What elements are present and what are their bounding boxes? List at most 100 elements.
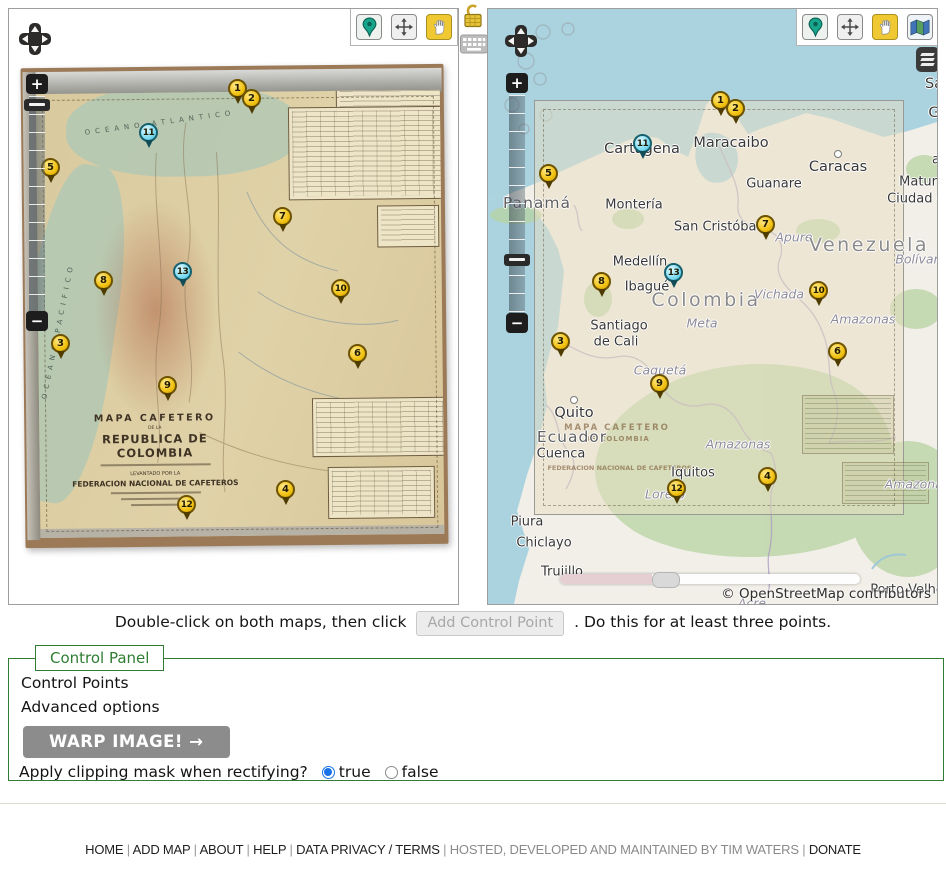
osm-map-panel[interactable]: MAPA CAFETERO DE COLOMBIA FEDERACION NAC… bbox=[487, 8, 938, 605]
map-inset-table bbox=[328, 466, 436, 519]
overlay-opacity-slider[interactable] bbox=[560, 574, 860, 584]
move-marker-tool-button[interactable] bbox=[837, 14, 863, 40]
control-point-marker-9[interactable]: 9 bbox=[650, 374, 669, 393]
clipping-true-label[interactable]: true bbox=[339, 763, 371, 781]
footer-link[interactable]: DONATE bbox=[809, 842, 861, 857]
move-marker-tool-button[interactable] bbox=[391, 14, 417, 40]
instruction-before: Double-click on both maps, then click bbox=[115, 613, 407, 631]
instruction-after: . Do this for at least three points. bbox=[574, 613, 831, 631]
footer-link[interactable]: HELP bbox=[253, 842, 286, 857]
map-label: Maracaibo bbox=[693, 135, 768, 151]
map-distance-table bbox=[288, 106, 444, 201]
zoom-track[interactable] bbox=[509, 95, 525, 313]
control-point-marker-6[interactable]: 6 bbox=[348, 344, 367, 363]
map-label: San Cristóbal bbox=[674, 220, 760, 235]
opacity-slider-fill bbox=[560, 574, 652, 584]
footer-nav: HOME | ADD MAP | ABOUT | HELP | DATA PRI… bbox=[0, 842, 946, 857]
control-point-marker-3[interactable]: 3 bbox=[551, 332, 570, 351]
control-point-marker-10[interactable]: 10 bbox=[809, 281, 828, 300]
control-point-marker-2[interactable]: 2 bbox=[726, 99, 745, 118]
control-point-marker-12[interactable]: 12 bbox=[667, 479, 686, 498]
clipping-true-radio[interactable] bbox=[322, 766, 335, 779]
map-label: Chiclayo bbox=[516, 536, 571, 551]
control-point-marker-9[interactable]: 9 bbox=[158, 376, 177, 395]
map-statistics-table bbox=[312, 397, 444, 457]
advanced-options-section-toggle[interactable]: Advanced options bbox=[21, 698, 943, 716]
control-points-section-toggle[interactable]: Control Points bbox=[21, 674, 943, 692]
footer-separator: | bbox=[799, 842, 809, 857]
footer-link[interactable]: HOME bbox=[85, 842, 123, 857]
map-label: Amazonas bbox=[831, 312, 896, 327]
zoom-in-button[interactable]: + bbox=[506, 73, 528, 93]
control-point-marker-11[interactable]: 11 bbox=[633, 134, 652, 153]
illegible-text-bar bbox=[110, 491, 200, 494]
map-legend-box bbox=[377, 205, 439, 248]
map-pin-icon bbox=[808, 17, 823, 37]
opacity-slider-handle[interactable] bbox=[652, 572, 680, 588]
control-point-marker-4[interactable]: 4 bbox=[758, 467, 777, 486]
control-point-marker-11[interactable]: 11 bbox=[139, 123, 158, 142]
map-label: Bolívar bbox=[895, 252, 938, 267]
footer-link[interactable]: ABOUT bbox=[200, 842, 244, 857]
zoom-handle[interactable] bbox=[24, 99, 50, 111]
clipping-false-radio[interactable] bbox=[385, 766, 398, 779]
pan-dpad[interactable] bbox=[18, 22, 52, 56]
map-credit-line: LEVANTADO POR LA bbox=[63, 470, 248, 478]
map-country-title: REPUBLICA DE COLOMBIA bbox=[62, 431, 247, 461]
zoom-out-button[interactable]: − bbox=[26, 311, 48, 331]
map-label: Medellín bbox=[613, 255, 668, 270]
pan-dpad[interactable] bbox=[504, 24, 538, 58]
map-label: Santiago bbox=[590, 319, 647, 334]
basemap-tool-button[interactable] bbox=[907, 14, 933, 40]
add-control-point-button[interactable]: Add Control Point bbox=[416, 611, 564, 636]
layers-button[interactable] bbox=[916, 47, 938, 72]
map-pin-icon bbox=[362, 17, 377, 37]
pan-tool-button[interactable] bbox=[872, 14, 898, 40]
source-map-panel[interactable]: OCEANO ATLANTICO OCEANO PACIFICO MAPA CA… bbox=[8, 8, 459, 605]
map-label: Colombia bbox=[651, 289, 760, 311]
footer-link[interactable]: ADD MAP bbox=[133, 842, 191, 857]
control-point-marker-3[interactable]: 3 bbox=[51, 334, 70, 353]
keyboard-control-toggle[interactable] bbox=[460, 33, 486, 59]
clipping-mask-row: Apply clipping mask when rectifying? tru… bbox=[19, 763, 943, 781]
add-marker-tool-button[interactable] bbox=[802, 14, 828, 40]
control-point-marker-13[interactable]: 13 bbox=[173, 262, 192, 281]
keyboard-icon bbox=[460, 33, 488, 55]
map-label: Maturín bbox=[899, 175, 938, 190]
footer-separator: | bbox=[440, 842, 450, 857]
left-map-toolbar bbox=[350, 8, 458, 46]
add-marker-tool-button[interactable] bbox=[356, 14, 382, 40]
control-point-marker-7[interactable]: 7 bbox=[756, 215, 775, 234]
control-point-marker-12[interactable]: 12 bbox=[177, 495, 196, 514]
folded-map-icon bbox=[910, 19, 930, 36]
control-point-marker-6[interactable]: 6 bbox=[828, 342, 847, 361]
control-point-marker-10[interactable]: 10 bbox=[331, 279, 350, 298]
footer-separator: | bbox=[190, 842, 199, 857]
map-label: Meta bbox=[686, 316, 717, 331]
map-label: de Cali bbox=[594, 335, 639, 350]
map-label: Ecuador bbox=[537, 428, 607, 446]
zoom-handle[interactable] bbox=[504, 254, 530, 266]
zoom-track[interactable] bbox=[29, 96, 45, 311]
lock-maps-toggle[interactable] bbox=[460, 3, 486, 29]
clipping-false-label[interactable]: false bbox=[402, 763, 439, 781]
control-point-marker-4[interactable]: 4 bbox=[276, 480, 295, 499]
zoom-out-button[interactable]: − bbox=[506, 313, 528, 333]
control-point-marker-13[interactable]: 13 bbox=[664, 263, 683, 282]
map-paper: OCEANO ATLANTICO OCEANO PACIFICO MAPA CA… bbox=[36, 90, 445, 538]
control-point-marker-5[interactable]: 5 bbox=[539, 164, 558, 183]
pan-tool-button[interactable] bbox=[426, 14, 452, 40]
control-point-marker-7[interactable]: 7 bbox=[273, 207, 292, 226]
footer-divider bbox=[0, 803, 946, 804]
control-point-marker-8[interactable]: 8 bbox=[592, 272, 611, 291]
footer-link[interactable]: DATA PRIVACY / TERMS bbox=[296, 842, 440, 857]
control-point-marker-2[interactable]: 2 bbox=[242, 89, 261, 108]
map-label: G bbox=[928, 105, 938, 121]
hand-icon bbox=[877, 18, 894, 36]
hand-icon bbox=[431, 18, 448, 36]
control-point-marker-8[interactable]: 8 bbox=[94, 271, 113, 290]
source-map-image[interactable]: OCEANO ATLANTICO OCEANO PACIFICO MAPA CA… bbox=[20, 64, 448, 548]
map-label: Apure bbox=[775, 230, 812, 245]
zoom-in-button[interactable]: + bbox=[26, 74, 48, 94]
warp-image-button[interactable]: WARP IMAGE! → bbox=[23, 726, 230, 758]
